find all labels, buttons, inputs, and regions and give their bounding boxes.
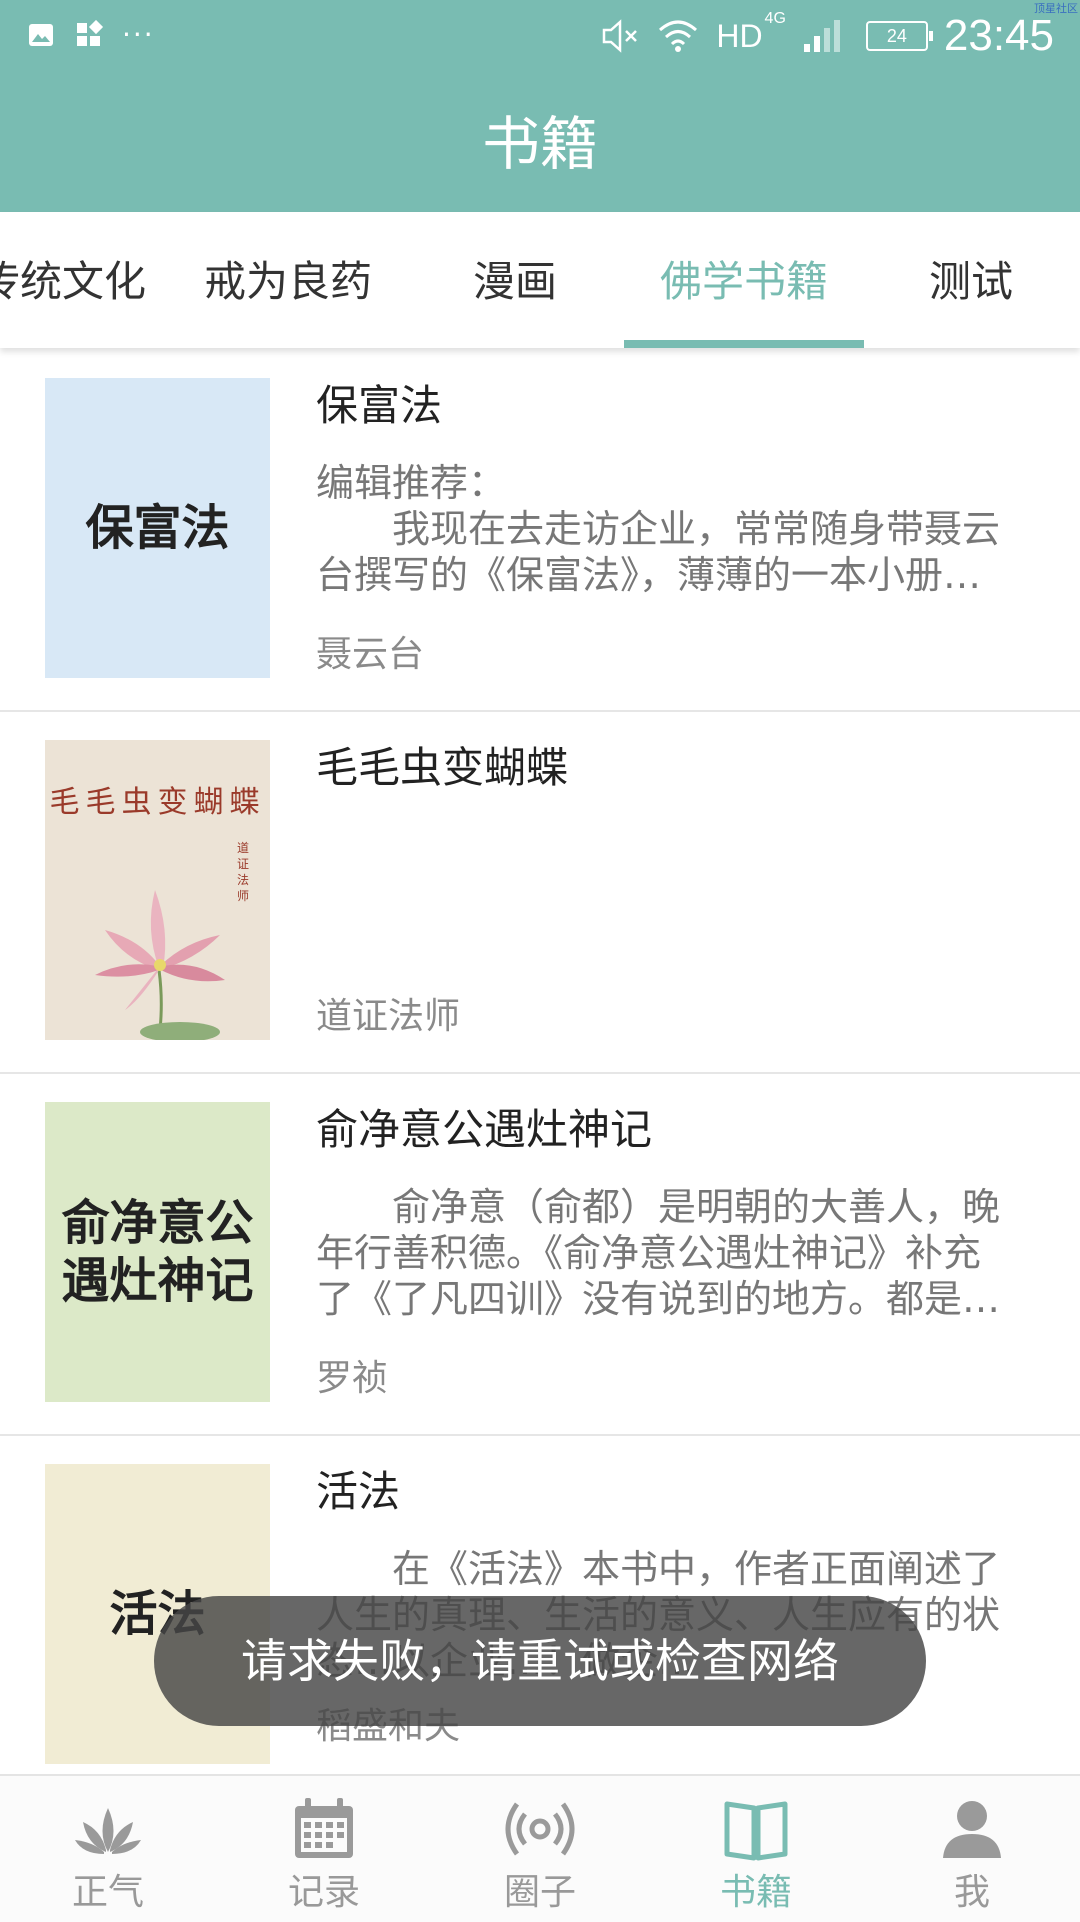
book-description: 俞净意（俞都）是明朝的大善人，晚年行善积德。《俞净意公遇灶神记》补充了《了凡四训… [316, 1185, 1001, 1321]
error-toast: 请求失败，请重试或检查网络 [154, 1596, 926, 1726]
nav-label: 记录 [287, 1872, 360, 1913]
clock: 23:45 [943, 11, 1054, 60]
book-cover: 俞净意公遇灶神记 [45, 1102, 270, 1402]
broadcast-icon [505, 1802, 575, 1856]
corner-watermark: 顶星社区 [1034, 2, 1078, 15]
status-bar: ··· HD 4G 24 23:45 顶星社区 [0, 0, 1080, 72]
more-notifications-icon: ··· [122, 18, 155, 51]
wifi-icon [659, 20, 698, 52]
book-author: 聂云台 [316, 634, 425, 675]
book-icon [724, 1801, 788, 1861]
tab-abstinence[interactable]: 戒为良药 [190, 212, 386, 348]
nav-label: 书籍 [719, 1872, 792, 1913]
category-tabs: 传统文化 戒为良药 漫画 佛学书籍 测试 [0, 212, 1080, 348]
calendar-icon [295, 1798, 353, 1858]
book-title: 俞净意公遇灶神记 [316, 1105, 653, 1154]
cover-calligraphy-title: 毛毛虫变蝴蝶 [49, 785, 266, 820]
page-title: 书籍 [481, 110, 598, 178]
tab-test[interactable]: 测试 [900, 212, 1042, 348]
gallery-notification-icon [29, 24, 53, 46]
book-author: 道证法师 [316, 996, 461, 1037]
active-tab-indicator [624, 340, 864, 348]
book-title: 活法 [316, 1467, 401, 1516]
book-title: 保富法 [316, 381, 443, 430]
nav-books[interactable]: 书籍 [648, 1776, 864, 1922]
widget-notification-icon [77, 20, 104, 46]
nav-records[interactable]: 记录 [216, 1776, 432, 1922]
nav-label: 圈子 [503, 1872, 576, 1913]
app-header: ··· HD 4G 24 23:45 顶星社区 书籍 [0, 0, 1080, 212]
book-cover: 保富法 [45, 378, 270, 678]
cover-calligraphy-author: 道证法师 [236, 841, 249, 903]
nav-label: 我 [953, 1872, 990, 1913]
list-item[interactable]: 毛毛虫变蝴蝶 道证法师 毛毛虫变蝴蝶 道证法师 [0, 710, 1080, 1074]
list-item[interactable]: 保富法 保富法 编辑推荐： 我现在去走访企业，常常随身带聂云台撰写的《保富法》，… [0, 348, 1080, 712]
bottom-nav: 正气 记录 圈子 书籍 我 [0, 1774, 1080, 1922]
lotus-illustration [95, 890, 225, 1040]
nav-circle[interactable]: 圈子 [432, 1776, 648, 1922]
list-item[interactable]: 俞净意公遇灶神记 俞净意公遇灶神记 俞净意（俞都）是明朝的大善人，晚年行善积德。… [0, 1072, 1080, 1436]
tab-traditional-culture[interactable]: 传统文化 [0, 212, 146, 348]
network-type: HD 4G [716, 9, 786, 54]
mute-icon [603, 19, 638, 53]
lotus-icon [75, 1808, 141, 1854]
nav-zhengqi[interactable]: 正气 [0, 1776, 216, 1922]
book-title: 毛毛虫变蝴蝶 [316, 743, 569, 792]
battery-icon: 24 [865, 21, 933, 51]
book-author: 罗祯 [316, 1358, 389, 1399]
signal-icon [803, 20, 840, 52]
book-description: 编辑推荐： 我现在去走访企业，常常随身带聂云台撰写的《保富法》，薄薄的一本小册… [316, 461, 1001, 597]
tab-comics[interactable]: 漫画 [440, 212, 590, 348]
person-icon [943, 1801, 1001, 1858]
nav-me[interactable]: 我 [864, 1776, 1080, 1922]
nav-label: 正气 [71, 1872, 144, 1913]
book-cover: 毛毛虫变蝴蝶 道证法师 [45, 740, 270, 1040]
tab-buddhist-books[interactable]: 佛学书籍 [624, 212, 864, 348]
